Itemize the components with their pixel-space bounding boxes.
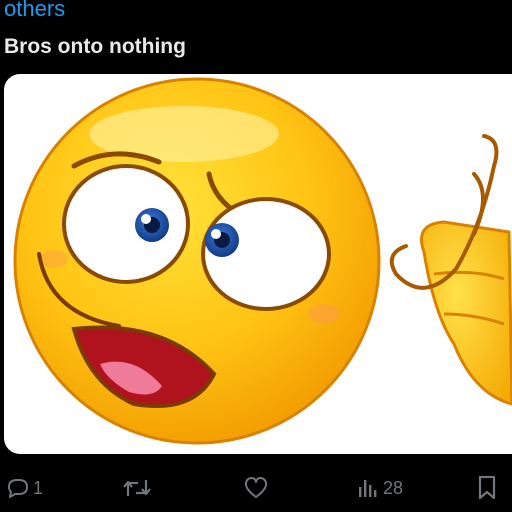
post-image[interactable] — [4, 74, 512, 454]
repost-icon — [123, 480, 151, 496]
bookmark-icon — [478, 475, 496, 500]
emoji-crazy-face-icon — [13, 77, 512, 445]
views-count: 28 — [383, 477, 404, 498]
mention-link[interactable]: others — [4, 0, 65, 22]
views-button[interactable]: 28 — [356, 470, 403, 506]
like-button[interactable] — [243, 470, 272, 506]
bookmark-button[interactable] — [476, 470, 501, 506]
post-text: Bros onto nothing — [4, 35, 186, 58]
heart-icon — [244, 477, 268, 498]
tweet: others Bros onto nothing 1 28 — [0, 0, 512, 512]
reply-count: 1 — [33, 477, 44, 498]
reply-button[interactable]: 1 — [6, 470, 43, 506]
action-bar: 1 28 — [0, 470, 512, 506]
reply-icon — [8, 479, 28, 498]
repost-button[interactable] — [122, 470, 155, 506]
views-chart-icon — [359, 480, 377, 497]
